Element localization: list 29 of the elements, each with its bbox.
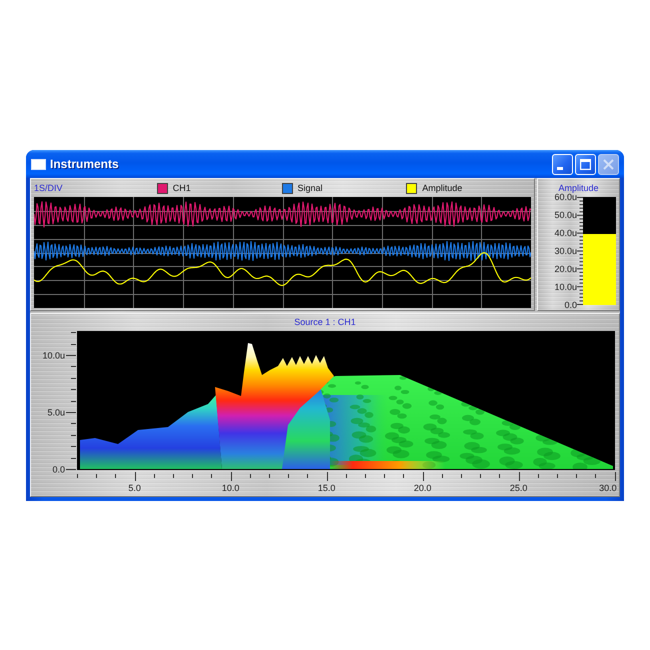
- legend-label: Signal: [298, 183, 323, 193]
- minimize-icon: [556, 166, 562, 170]
- maximize-icon: [580, 158, 591, 170]
- axis-label: 50.0u: [554, 210, 577, 220]
- axis-label: 5.0u: [47, 408, 65, 418]
- legend-label: Amplitude: [422, 183, 462, 193]
- axis-label: 30.0u: [554, 246, 577, 256]
- axis-label: 10.0u: [554, 282, 577, 292]
- minimize-button[interactable]: [552, 154, 573, 174]
- window-icon: [31, 158, 46, 170]
- axis-label: 25.0: [510, 483, 528, 493]
- axis-label: 20.0: [414, 483, 432, 493]
- axis-label: 10.0: [222, 483, 240, 493]
- window-title: Instruments: [50, 157, 119, 171]
- axis-label: 5.0: [128, 483, 141, 493]
- axis-label: 15.0: [318, 483, 336, 493]
- axis-label: 40.0u: [554, 228, 577, 238]
- axis-label: 0.0: [564, 300, 577, 310]
- legend-label: CH1: [172, 183, 191, 193]
- axis-label: 20.0u: [554, 264, 577, 274]
- close-icon: [603, 158, 614, 170]
- meter-title: Amplitude: [558, 183, 599, 193]
- axis-label: 10.0u: [42, 350, 65, 360]
- maximize-button[interactable]: [575, 154, 596, 174]
- time-scale-label: 1S/DIV: [34, 183, 64, 193]
- axis-label: 0.0: [52, 464, 65, 474]
- chart-title: Source 1 : CH1: [294, 316, 356, 326]
- axis-label: 60.0u: [554, 192, 577, 202]
- axis-label: 30.0: [599, 483, 617, 493]
